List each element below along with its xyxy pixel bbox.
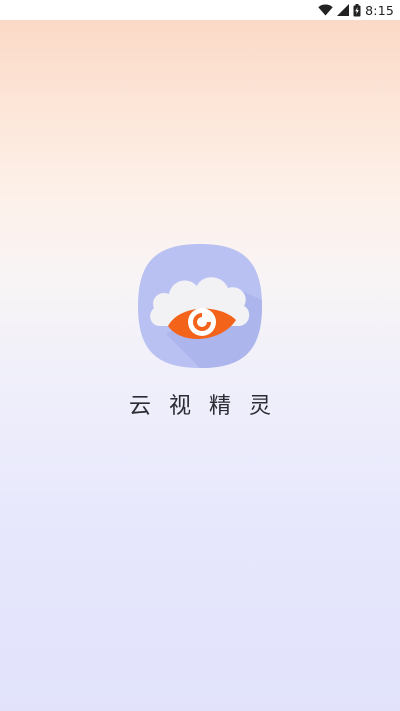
clock: 8:15 [365,2,394,18]
splash-screen: 云视精灵 [0,20,400,711]
status-bar: 8:15 [0,0,400,20]
signal-icon [337,4,350,16]
battery-icon [353,3,361,17]
wifi-icon [318,4,333,16]
app-logo-icon [136,242,264,370]
app-name: 云视精灵 [128,394,289,419]
